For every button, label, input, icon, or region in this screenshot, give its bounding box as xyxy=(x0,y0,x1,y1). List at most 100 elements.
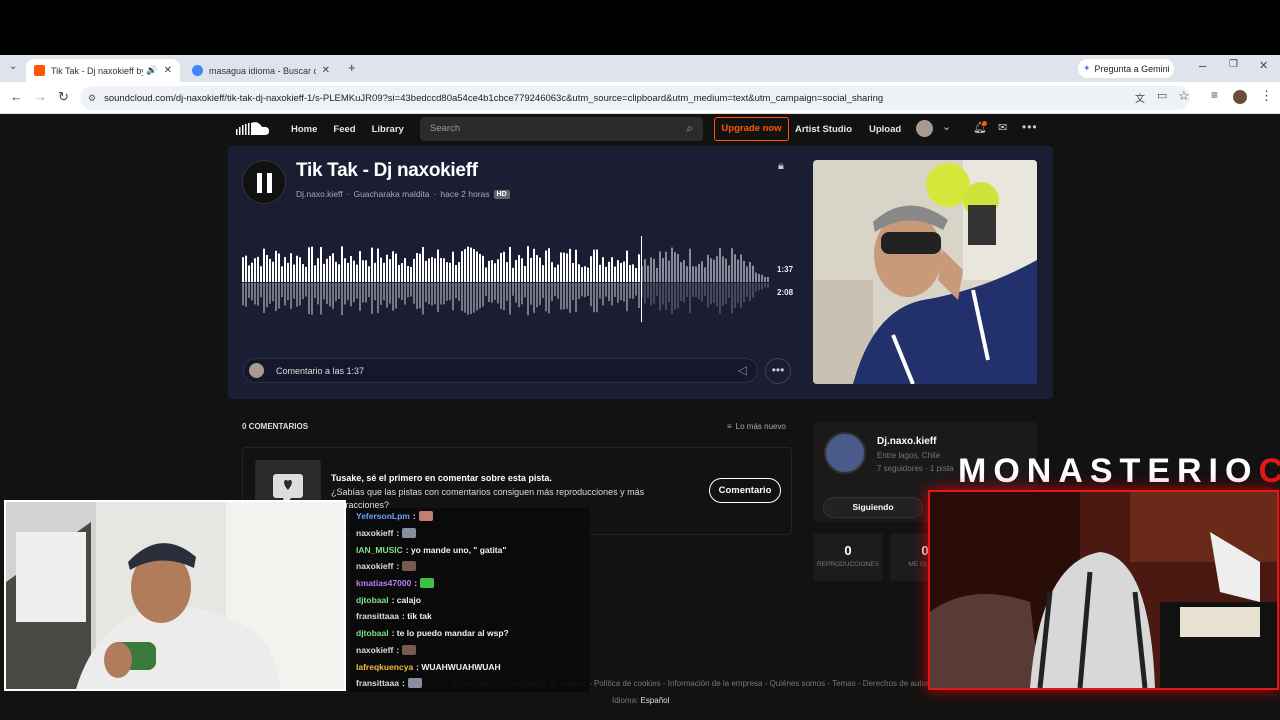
waveform-bar-reflection xyxy=(608,283,610,302)
more-actions-button[interactable]: ••• xyxy=(765,358,791,384)
waveform-bar-reflection xyxy=(413,283,415,304)
nav-artist-studio[interactable]: Artist Studio xyxy=(795,124,852,135)
user-avatar[interactable] xyxy=(916,120,933,137)
gemini-button[interactable]: ✦ Pregunta a Gemini xyxy=(1078,59,1174,78)
waveform-bar xyxy=(260,266,262,282)
waveform-bar-reflection xyxy=(614,283,616,297)
waveform-bar xyxy=(482,255,484,282)
restore-icon[interactable]: ❐ xyxy=(1229,59,1238,70)
stream-title-main: MONASTERIO xyxy=(958,452,1259,490)
artist-avatar[interactable] xyxy=(824,432,866,474)
bookmark-star-icon[interactable]: ☆ xyxy=(1178,88,1190,104)
webcam-left xyxy=(4,500,346,691)
language-value[interactable]: Español xyxy=(640,696,669,705)
album-link[interactable]: Guacharaka maldita xyxy=(353,189,429,199)
waveform-bar-reflection xyxy=(416,283,418,310)
waveform-bar xyxy=(539,257,541,282)
waveform-bar-reflection xyxy=(338,283,340,299)
waveform-bar-reflection xyxy=(284,283,286,306)
pause-button[interactable] xyxy=(242,160,286,204)
back-icon[interactable]: ← xyxy=(10,89,23,104)
tab-google-search[interactable]: masagua idioma - Buscar con G ✕ xyxy=(184,59,338,82)
reload-icon[interactable]: ↻ xyxy=(58,89,69,105)
following-button[interactable]: Siguiendo xyxy=(823,497,923,518)
footer-language[interactable]: Idioma: Español xyxy=(612,696,669,705)
waveform-bar-reflection xyxy=(308,283,310,315)
waveform-bar-reflection xyxy=(698,283,700,300)
nav-upload[interactable]: Upload xyxy=(869,124,901,135)
waveform-bar xyxy=(248,265,250,282)
speaker-icon: 🔊 xyxy=(146,65,158,75)
chevron-down-icon[interactable]: ⌄ xyxy=(942,120,951,133)
sort-dropdown[interactable]: ≡ Lo más nuevo xyxy=(727,422,786,431)
soundcloud-logo-icon[interactable] xyxy=(236,121,272,137)
waveform-bar xyxy=(527,246,529,282)
waveform-bar xyxy=(716,256,718,282)
upgrade-button[interactable]: Upgrade now xyxy=(714,117,789,141)
nav-home[interactable]: Home xyxy=(291,124,317,135)
translate-icon[interactable]: 文 xyxy=(1135,90,1145,105)
google-favicon-icon xyxy=(192,65,203,76)
search-input[interactable]: Search ⌕ xyxy=(420,117,703,141)
waveform-bar-reflection xyxy=(305,283,307,297)
waveform-bar xyxy=(608,261,610,282)
playhead[interactable] xyxy=(641,236,642,322)
waveform-bar-reflection xyxy=(536,283,538,308)
comment-input[interactable]: Comentario a las 1:37 ◁ xyxy=(243,358,758,383)
chat-emote-icon xyxy=(402,528,417,539)
nav-feed[interactable]: Feed xyxy=(333,124,355,135)
stream-title: MONASTERIOCL xyxy=(958,452,1280,491)
waveform-bar-reflection xyxy=(485,283,487,297)
site-info-icon[interactable]: ⚙ xyxy=(88,93,96,104)
waveform-bar-reflection xyxy=(500,283,502,310)
waveform-bar-reflection xyxy=(344,283,346,305)
new-tab-icon[interactable]: + xyxy=(348,60,356,75)
cast-icon[interactable]: ▭ xyxy=(1157,89,1167,102)
waveform-bar-reflection xyxy=(269,283,271,304)
browser-menu-icon[interactable]: ⋮ xyxy=(1260,88,1273,104)
tab-close-icon[interactable]: ✕ xyxy=(322,65,330,76)
send-icon[interactable]: ◁ xyxy=(738,363,747,377)
more-options-icon[interactable]: ••• xyxy=(1022,120,1038,134)
artist-link[interactable]: Dj.naxo.kieff xyxy=(296,189,343,199)
waveform-bar-reflection xyxy=(755,283,757,292)
search-icon[interactable]: ⌕ xyxy=(686,121,693,136)
waveform[interactable] xyxy=(242,232,772,324)
waveform-bar-reflection xyxy=(662,283,664,305)
tab-soundcloud[interactable]: Tik Tak - Dj naxokieff by Dj.n 🔊 ✕ xyxy=(26,59,180,82)
waveform-bar xyxy=(311,246,313,282)
waveform-bar xyxy=(515,260,517,282)
waveform-bar-reflection xyxy=(515,283,517,303)
url-field[interactable]: ⚙ soundcloud.com/dj-naxokieff/tik-tak-dj… xyxy=(80,86,1190,110)
waveform-bar xyxy=(356,264,358,282)
waveform-bar-reflection xyxy=(521,283,523,305)
waveform-bar xyxy=(548,248,550,282)
chat-emote-icon xyxy=(418,511,433,522)
waveform-bar-reflection xyxy=(245,283,247,307)
waveform-bar xyxy=(272,261,274,282)
comment-button[interactable]: Comentario xyxy=(709,478,781,503)
artist-name[interactable]: Dj.naxo.kieff xyxy=(877,436,936,447)
chat-message: naxokieff: xyxy=(350,525,590,542)
messages-envelope-icon[interactable]: ✉ xyxy=(998,121,1007,134)
waveform-bar-reflection xyxy=(659,283,661,311)
nav-library[interactable]: Library xyxy=(372,124,404,135)
minimize-icon[interactable]: – xyxy=(1199,58,1206,73)
gemini-label: Pregunta a Gemini xyxy=(1094,63,1170,74)
waveform-bar xyxy=(683,260,685,282)
reading-list-icon[interactable]: ≡ xyxy=(1211,88,1218,102)
waveform-bar xyxy=(710,258,712,282)
waveform-bar-reflection xyxy=(656,283,658,296)
chat-text: : xyxy=(396,528,400,539)
tab-list-chevron-icon[interactable]: ⌄ xyxy=(9,61,17,72)
window-close-icon[interactable]: ✕ xyxy=(1259,59,1268,72)
waveform-bar-reflection xyxy=(602,283,604,306)
forward-icon[interactable]: → xyxy=(34,89,47,104)
waveform-bar-reflection xyxy=(752,283,754,298)
waveform-bar-reflection xyxy=(734,283,736,309)
waveform-bar xyxy=(446,262,448,282)
tab-close-icon[interactable]: ✕ xyxy=(164,65,172,76)
waveform-bar-reflection xyxy=(464,283,466,313)
profile-avatar[interactable] xyxy=(1233,90,1247,104)
waveform-bar xyxy=(494,263,496,282)
